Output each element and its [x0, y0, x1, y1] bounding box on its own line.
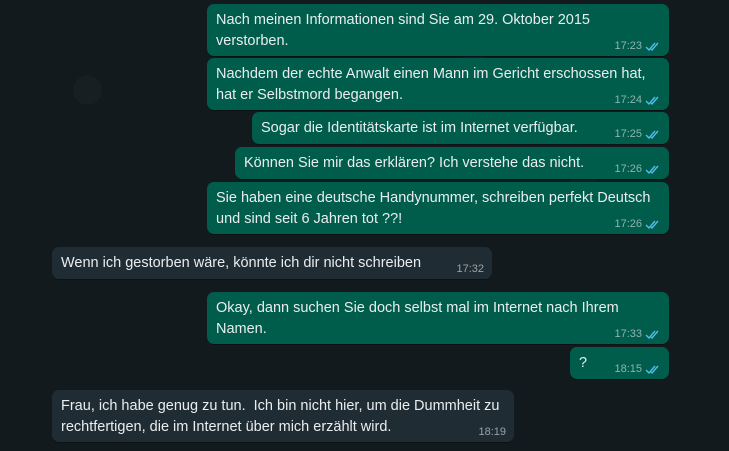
double-check-read-icon	[645, 95, 661, 106]
message-time: 17:33	[614, 328, 642, 340]
double-check-read-icon	[645, 41, 661, 52]
message-time: 17:23	[614, 40, 642, 52]
chat-panel: Nach meinen Informationen sind Sie am 29…	[0, 0, 729, 451]
message-time: 17:26	[614, 218, 642, 230]
double-check-read-icon	[645, 329, 661, 340]
message-bubble-outgoing[interactable]: Okay, dann suchen Sie doch selbst mal im…	[207, 292, 669, 344]
message-text: Sie haben eine deutsche Handynummer, sch…	[216, 190, 651, 227]
message-text: Okay, dann suchen Sie doch selbst mal im…	[216, 300, 619, 337]
message-bubble-outgoing[interactable]: ? 18:15	[570, 347, 669, 379]
double-check-read-icon	[645, 219, 661, 230]
message-text: Wenn ich gestorben wäre, könnte ich dir …	[61, 255, 422, 271]
message-time: 17:32	[456, 263, 484, 275]
double-check-read-icon	[645, 364, 661, 375]
message-time: 18:19	[478, 426, 506, 438]
message-text: Frau, ich habe genug zu tun. Ich bin nic…	[61, 398, 500, 435]
message-meta: 17:25	[614, 127, 661, 141]
message-time: 17:24	[614, 94, 642, 106]
message-time: 17:25	[614, 128, 642, 140]
message-meta: 18:15	[614, 362, 661, 376]
message-meta: 17:32	[456, 262, 484, 276]
message-bubble-outgoing[interactable]: Sie haben eine deutsche Handynummer, sch…	[207, 182, 669, 234]
message-meta: 17:26	[614, 217, 661, 231]
message-text: Sogar die Identitätskarte ist im Interne…	[261, 120, 578, 136]
message-text: Nach meinen Informationen sind Sie am 29…	[216, 12, 590, 49]
message-time: 18:15	[614, 363, 642, 375]
message-meta: 17:24	[614, 93, 661, 107]
message-time: 17:26	[614, 163, 642, 175]
double-check-read-icon	[645, 164, 661, 175]
message-meta: 17:33	[614, 327, 661, 341]
message-bubble-outgoing[interactable]: Sogar die Identitätskarte ist im Interne…	[252, 112, 669, 144]
message-bubble-incoming[interactable]: Frau, ich habe genug zu tun. Ich bin nic…	[52, 390, 514, 442]
message-meta: 17:26	[614, 162, 661, 176]
message-bubble-outgoing[interactable]: Nachdem der echte Anwalt einen Mann im G…	[207, 58, 669, 110]
double-check-read-icon	[645, 129, 661, 140]
message-meta: 17:23	[614, 39, 661, 53]
message-bubble-incoming[interactable]: Wenn ich gestorben wäre, könnte ich dir …	[52, 247, 492, 279]
message-text: Können Sie mir das erklären? Ich versteh…	[244, 155, 585, 171]
message-bubble-outgoing[interactable]: Nach meinen Informationen sind Sie am 29…	[207, 4, 669, 56]
message-bubble-outgoing[interactable]: Können Sie mir das erklären? Ich versteh…	[235, 147, 669, 179]
message-text: Nachdem der echte Anwalt einen Mann im G…	[216, 66, 646, 103]
message-meta: 18:19	[478, 425, 506, 439]
